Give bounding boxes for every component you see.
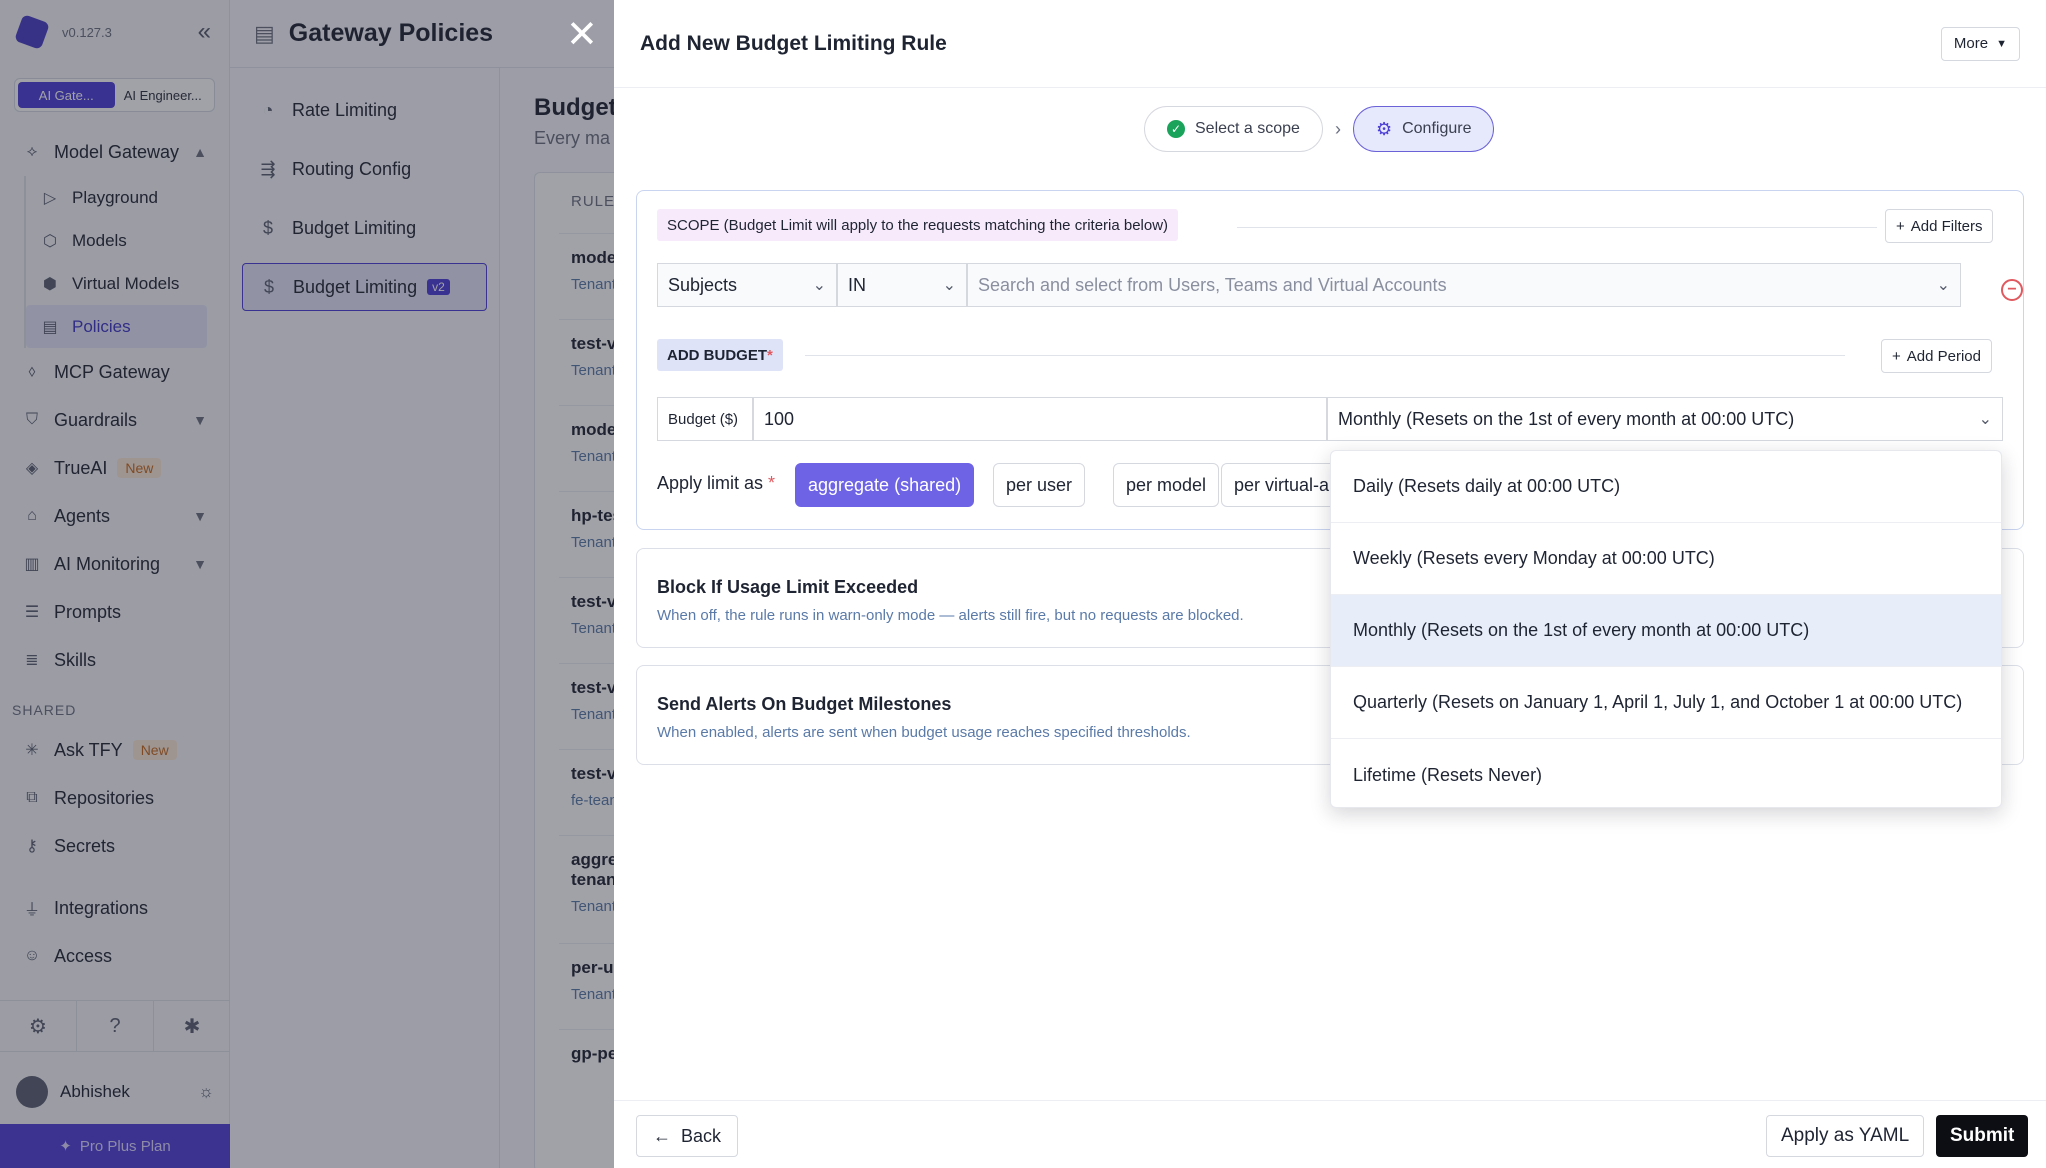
subject-type-value: Subjects	[668, 274, 738, 295]
budget-amount-input[interactable]: 100	[753, 397, 1327, 441]
modal-title: Add New Budget Limiting Rule	[640, 31, 947, 55]
period-value: Monthly (Resets on the 1st of every mont…	[1338, 408, 1795, 429]
divider	[1237, 227, 1877, 228]
block-usage-title: Block If Usage Limit Exceeded	[657, 577, 919, 597]
period-option-monthly[interactable]: Monthly (Resets on the 1st of every mont…	[1331, 595, 2001, 667]
period-option-daily[interactable]: Daily (Resets daily at 00:00 UTC)	[1331, 451, 2001, 523]
plus-icon: +	[1892, 347, 1901, 365]
subject-type-select[interactable]: Subjects ⌄	[657, 263, 837, 307]
add-filters-label: Add Filters	[1910, 217, 1983, 235]
remove-filter-icon[interactable]: −	[2001, 279, 2023, 301]
search-placeholder: Search and select from Users, Teams and …	[978, 274, 1447, 295]
period-dropdown-menu: Daily (Resets daily at 00:00 UTC) Weekly…	[1330, 450, 2002, 808]
operator-select[interactable]: IN ⌄	[837, 263, 967, 307]
check-circle-icon: ✓	[1167, 120, 1185, 138]
back-button[interactable]: ← Back	[636, 1115, 739, 1157]
step-configure[interactable]: ⚙ Configure	[1352, 106, 1495, 152]
scope-label: SCOPE (Budget Limit will apply to the re…	[657, 209, 1179, 241]
budget-label-text: Budget ($)	[668, 410, 739, 428]
modal-header: Add New Budget Limiting Rule More ▼	[614, 0, 2046, 88]
apply-option-aggregate[interactable]: aggregate (shared)	[795, 463, 975, 507]
modal-backdrop[interactable]	[0, 0, 614, 1168]
budget-amount-value: 100	[764, 408, 795, 429]
caret-down-icon: ▼	[1996, 37, 2007, 50]
apply-as-yaml-button[interactable]: Apply as YAML	[1766, 1115, 1925, 1157]
chevron-right-icon: ›	[1334, 118, 1341, 139]
chevron-down-icon: ⌄	[1936, 277, 1950, 294]
budget-currency-label: Budget ($)	[657, 397, 753, 441]
add-filters-button[interactable]: + Add Filters	[1885, 209, 1994, 243]
period-option-weekly[interactable]: Weekly (Resets every Monday at 00:00 UTC…	[1331, 523, 2001, 595]
subjects-search-input[interactable]: Search and select from Users, Teams and …	[967, 263, 1961, 307]
divider	[805, 355, 1845, 356]
add-period-button[interactable]: + Add Period	[1881, 339, 1992, 373]
apply-limit-label: Apply limit as *	[657, 473, 775, 494]
more-button[interactable]: More ▼	[1940, 26, 2020, 61]
apply-limit-text: Apply limit as	[657, 473, 764, 493]
chevron-down-icon: ⌄	[942, 277, 956, 294]
more-label: More	[1953, 35, 1989, 52]
apply-option-per-user[interactable]: per user	[993, 463, 1086, 507]
alerts-description: When enabled, alerts are sent when budge…	[657, 724, 1191, 741]
period-option-quarterly[interactable]: Quarterly (Resets on January 1, April 1,…	[1331, 667, 2001, 739]
gear-icon: ⚙	[1375, 118, 1393, 139]
apply-option-per-model[interactable]: per model	[1113, 463, 1220, 507]
step-select-scope[interactable]: ✓ Select a scope	[1144, 106, 1323, 152]
stepper: ✓ Select a scope › ⚙ Configure	[1144, 106, 1495, 152]
add-budget-label: ADD BUDGET *	[657, 339, 783, 371]
period-select[interactable]: Monthly (Resets on the 1st of every mont…	[1327, 397, 2003, 441]
modal-footer: ← Back Apply as YAML Submit	[614, 1100, 2046, 1168]
plus-icon: +	[1896, 217, 1905, 235]
arrow-left-icon: ←	[653, 1125, 671, 1146]
block-usage-description: When off, the rule runs in warn-only mod…	[657, 607, 1244, 624]
add-period-label: Add Period	[1906, 347, 1981, 365]
required-mark: *	[767, 346, 773, 364]
chevron-down-icon: ⌄	[1978, 411, 1992, 428]
chevron-down-icon: ⌄	[812, 277, 826, 294]
operator-value: IN	[848, 274, 866, 295]
step-label: Select a scope	[1195, 120, 1300, 137]
add-budget-rule-modal: Add New Budget Limiting Rule More ▼ ✓ Se…	[614, 0, 2046, 1168]
close-icon[interactable]: ✕	[566, 16, 598, 54]
period-option-lifetime[interactable]: Lifetime (Resets Never)	[1331, 739, 2001, 807]
alerts-title: Send Alerts On Budget Milestones	[657, 694, 952, 714]
step-label: Configure	[1402, 120, 1472, 137]
add-budget-text: ADD BUDGET	[667, 346, 767, 364]
required-mark: *	[768, 473, 776, 493]
back-label: Back	[681, 1125, 722, 1146]
submit-button[interactable]: Submit	[1936, 1115, 2029, 1157]
